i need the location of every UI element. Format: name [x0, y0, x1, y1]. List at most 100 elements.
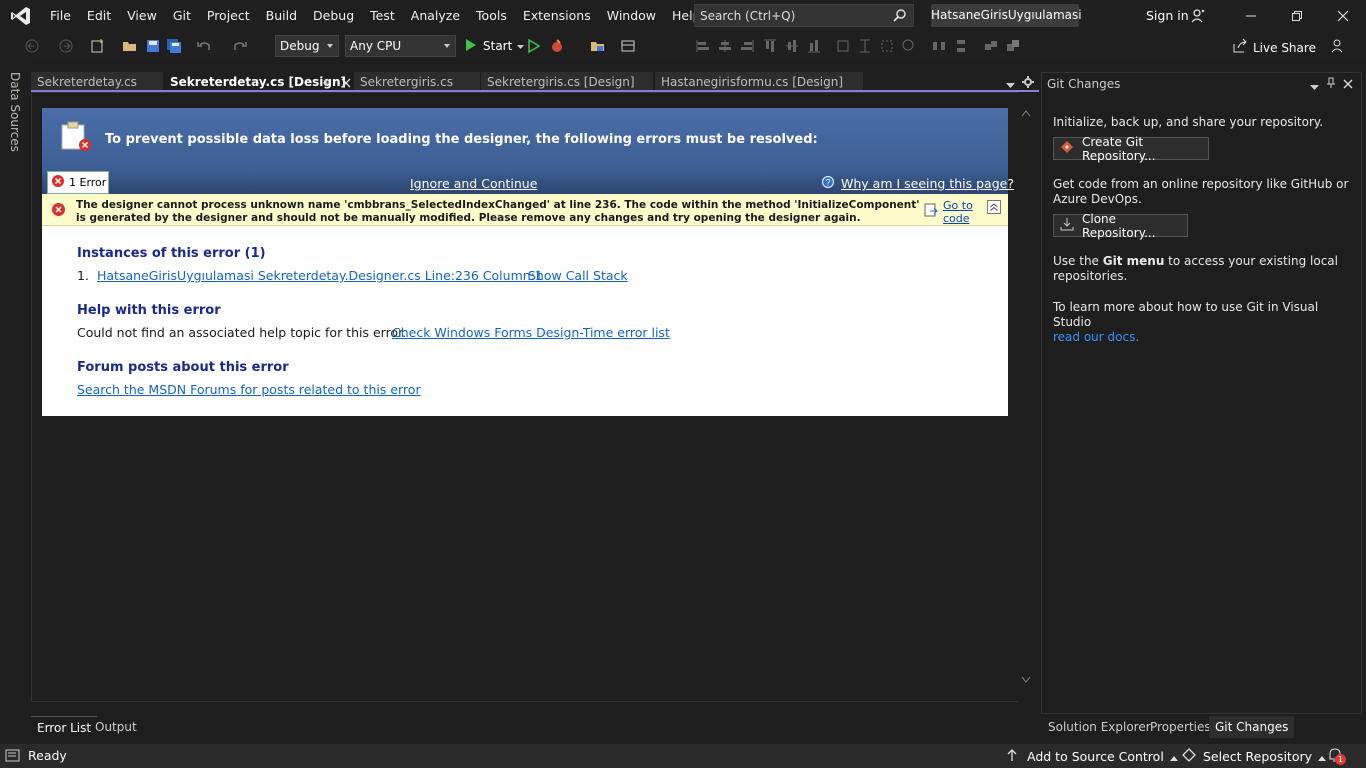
help-icon: ?: [821, 175, 835, 192]
error-title: To prevent possible data loss before loa…: [105, 132, 818, 147]
restore-icon[interactable]: [1274, 0, 1320, 32]
instance-location-link[interactable]: HatsaneGirisUygıulamasi Sekreterdetay.De…: [97, 268, 543, 283]
align-centers-icon[interactable]: [717, 38, 733, 54]
read-docs-link[interactable]: read our docs.: [1053, 330, 1353, 345]
size-to-grid-icon[interactable]: [879, 38, 895, 54]
pin-icon[interactable]: [1326, 77, 1336, 92]
forum-title: Forum posts about this error: [77, 360, 289, 375]
solution-explorer-icon[interactable]: [590, 38, 606, 54]
zoom-icon[interactable]: [901, 38, 917, 54]
design-time-error-list-link[interactable]: Check Windows Forms Design-Time error li…: [392, 325, 670, 340]
menu-file[interactable]: File: [42, 0, 79, 32]
make-same-height-icon[interactable]: [857, 38, 873, 54]
layout-icon[interactable]: [620, 38, 636, 54]
tab-sekretergiris-cs[interactable]: Sekretergiris.cs: [354, 72, 480, 92]
document-tabs: Sekreterdetay.cs Sekreterdetay.cs [Desig…: [31, 72, 1039, 92]
make-same-size-icon[interactable]: [835, 38, 851, 54]
notifications-bell-icon[interactable]: 1: [1327, 747, 1349, 765]
go-to-code-icon[interactable]: [924, 203, 938, 220]
chevron-down-icon: [444, 44, 450, 48]
align-bottoms-icon[interactable]: [806, 38, 822, 54]
save-icon[interactable]: [145, 38, 161, 54]
chevron-down-icon: [327, 44, 333, 48]
redo-icon[interactable]: [232, 38, 248, 54]
menu-test[interactable]: Test: [362, 0, 403, 32]
menu-project[interactable]: Project: [199, 0, 258, 32]
center-horizontally-icon[interactable]: [983, 38, 999, 54]
account-icon[interactable]: [1190, 8, 1206, 27]
output-window-icon[interactable]: [5, 748, 21, 767]
menu-git[interactable]: Git: [165, 0, 199, 32]
back-icon[interactable]: [24, 38, 40, 54]
solution-name[interactable]: HatsaneGirisUygıulamasi: [931, 4, 1082, 27]
pin-tab-icon[interactable]: [321, 77, 331, 91]
select-repository-label: Select Repository: [1203, 749, 1313, 764]
undo-icon[interactable]: [196, 38, 212, 54]
collapse-icon[interactable]: [987, 200, 1001, 217]
menu-tools[interactable]: Tools: [468, 0, 515, 32]
error-icon: [51, 174, 65, 191]
align-tops-icon[interactable]: [762, 38, 778, 54]
tab-sekretergiris-design[interactable]: Sekretergiris.cs [Design]: [481, 72, 653, 92]
hot-reload-icon[interactable]: [549, 38, 565, 54]
add-to-source-control-button[interactable]: Add to Source Control: [1006, 748, 1178, 765]
live-share-button[interactable]: Live Share: [1232, 38, 1316, 57]
visual-studio-logo-icon[interactable]: [0, 0, 42, 32]
msdn-forums-link[interactable]: Search the MSDN Forums for posts related…: [77, 382, 421, 397]
align-middles-icon[interactable]: [784, 38, 800, 54]
tab-git-changes[interactable]: Git Changes: [1209, 716, 1295, 738]
vertical-scrollbar[interactable]: [1018, 92, 1035, 702]
menu-window[interactable]: Window: [599, 0, 664, 32]
start-without-debugging-icon[interactable]: [526, 38, 542, 54]
gear-icon[interactable]: [1022, 76, 1034, 91]
menu-analyze[interactable]: Analyze: [403, 0, 468, 32]
tab-error-list[interactable]: Error List: [31, 716, 98, 738]
platform-select[interactable]: Any CPU: [345, 35, 456, 57]
save-all-icon[interactable]: [166, 38, 182, 54]
tab-output[interactable]: Output: [89, 716, 143, 738]
minimize-icon[interactable]: [1228, 0, 1274, 32]
search-input[interactable]: Search (Ctrl+Q): [694, 4, 914, 27]
align-lefts-icon[interactable]: [695, 38, 711, 54]
error-count-tab[interactable]: 1 Error: [47, 171, 109, 194]
clone-repository-button[interactable]: Clone Repository...: [1053, 212, 1188, 240]
menu-build[interactable]: Build: [258, 0, 305, 32]
tab-properties[interactable]: Properties: [1144, 716, 1217, 738]
close-tab-icon[interactable]: [341, 77, 351, 91]
sign-in-link[interactable]: Sign in: [1146, 8, 1189, 23]
search-placeholder: Search (Ctrl+Q): [700, 8, 796, 23]
share-icon: [1232, 38, 1248, 57]
spacing-icon[interactable]: [931, 38, 947, 54]
menu-edit[interactable]: Edit: [79, 0, 119, 32]
open-folder-icon[interactable]: [122, 38, 138, 54]
forward-icon[interactable]: [58, 38, 74, 54]
data-sources-tab[interactable]: Data Sources: [8, 72, 22, 152]
help-title: Help with this error: [77, 303, 221, 318]
start-button[interactable]: Start: [464, 36, 525, 56]
configuration-select[interactable]: Debug: [275, 35, 339, 57]
feedback-icon[interactable]: [1330, 38, 1346, 57]
ignore-and-continue-link[interactable]: Ignore and Continue: [410, 176, 537, 191]
menu-view[interactable]: View: [119, 0, 165, 32]
menu-extensions[interactable]: Extensions: [515, 0, 599, 32]
tab-solution-explorer[interactable]: Solution Explorer: [1042, 716, 1157, 738]
git-icon: [1060, 140, 1074, 157]
new-project-icon[interactable]: [90, 38, 106, 54]
tab-hastanegirisformu-design[interactable]: Hastanegirisformu.cs [Design]: [655, 72, 863, 92]
select-repository-button[interactable]: Select Repository: [1182, 748, 1327, 765]
bring-to-front-icon[interactable]: [1005, 38, 1021, 54]
chevron-down-icon: [517, 39, 525, 53]
menu-debug[interactable]: Debug: [305, 0, 362, 32]
close-panel-icon[interactable]: [1343, 78, 1353, 92]
close-window-icon[interactable]: [1320, 0, 1366, 32]
go-to-code-link[interactable]: Go to code: [943, 199, 977, 225]
git-menu-bold: Git menu: [1102, 254, 1165, 268]
tab-sekreterdetay-cs[interactable]: Sekreterdetay.cs: [31, 72, 163, 92]
why-seeing-page-link[interactable]: ? Why am I seeing this page?: [821, 175, 1014, 192]
play-icon: [464, 38, 478, 55]
align-rights-icon[interactable]: [739, 38, 755, 54]
vertical-spacing-icon[interactable]: [953, 38, 969, 54]
create-git-repository-button[interactable]: Create Git Repository...: [1053, 135, 1209, 163]
show-call-stack-link[interactable]: Show Call Stack: [528, 268, 628, 283]
panel-dropdown-icon[interactable]: [1310, 80, 1319, 94]
